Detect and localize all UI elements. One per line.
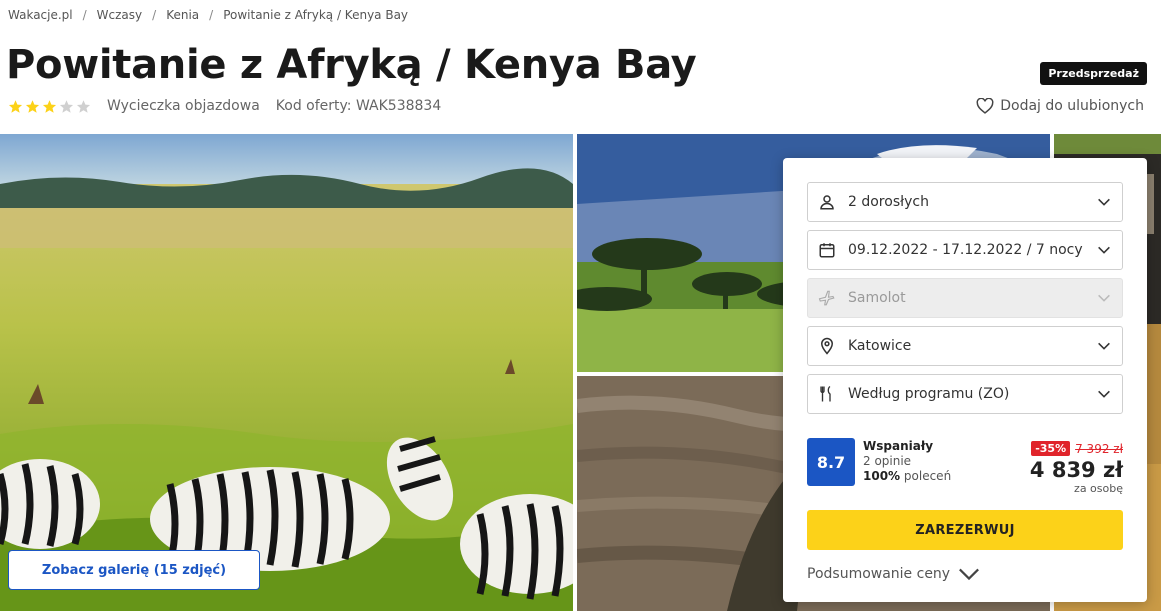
person-icon — [820, 195, 834, 210]
star-icon — [8, 99, 23, 113]
review-count[interactable]: 2 opinie — [863, 454, 951, 469]
add-favorite-button[interactable]: Dodaj do ulubionych — [976, 98, 1144, 114]
transport-select: Samolot — [807, 278, 1123, 318]
chevron-down-icon — [1098, 246, 1110, 254]
breadcrumb-current[interactable]: Powitanie z Afryką / Kenya Bay — [223, 8, 408, 22]
price-summary-label: Podsumowanie ceny — [807, 566, 951, 582]
breadcrumb: Wakacje.pl / Wczasy / Kenia / Powitanie … — [8, 8, 408, 22]
departure-value: Katowice — [848, 338, 912, 354]
photo-zebras-savanna[interactable] — [0, 134, 573, 611]
breadcrumb-separator: / — [209, 8, 214, 22]
star-icon — [25, 99, 40, 113]
breadcrumb-separator: / — [82, 8, 87, 22]
price-per-person: za osobę — [1074, 482, 1123, 495]
plane-icon — [818, 290, 835, 306]
offer-meta: Wycieczka objazdowa Kod oferty: WAK53883… — [8, 98, 441, 114]
star-icon — [59, 99, 74, 113]
rating-word: Wspaniały — [863, 439, 934, 453]
location-pin-icon — [820, 337, 834, 355]
board-select[interactable]: Według programu (ZO) — [807, 374, 1123, 414]
cutlery-icon — [820, 385, 831, 402]
departure-select[interactable]: Katowice — [807, 326, 1123, 366]
current-price: 4 839 zł — [1029, 458, 1123, 482]
price-summary-toggle[interactable]: Podsumowanie ceny — [807, 566, 980, 582]
rating-score[interactable]: 8.7 — [807, 438, 855, 486]
trip-type: Wycieczka objazdowa — [107, 98, 260, 114]
travelers-select[interactable]: 2 dorosłych — [807, 182, 1123, 222]
booking-panel: 2 dorosłych 09.12.2022 - 17.12.2022 / 7 … — [783, 158, 1147, 602]
rating-summary: Wspaniały 2 opinie 100% poleceń — [863, 439, 951, 484]
calendar-icon — [819, 243, 835, 258]
breadcrumb-link[interactable]: Kenia — [166, 8, 199, 22]
chevron-down-icon — [1098, 198, 1110, 206]
recommend-percent: 100% — [863, 469, 901, 483]
view-gallery-button[interactable]: Zobacz galerię (15 zdjęć) — [8, 550, 260, 590]
dates-select[interactable]: 09.12.2022 - 17.12.2022 / 7 nocy — [807, 230, 1123, 270]
discount-badge: -35% — [1031, 441, 1071, 456]
offer-code: Kod oferty: WAK538834 — [275, 98, 442, 114]
star-rating — [8, 99, 91, 114]
book-button[interactable]: ZAREZERWUJ — [807, 510, 1123, 550]
recommend-text: poleceń — [903, 469, 952, 483]
old-price: 7 392 zł — [1075, 441, 1123, 456]
transport-value: Samolot — [848, 290, 906, 306]
breadcrumb-link[interactable]: Wakacje.pl — [8, 8, 73, 22]
price-block: -35% 7 392 zł 4 839 zł za osobę — [1030, 441, 1123, 495]
breadcrumb-link[interactable]: Wczasy — [97, 8, 142, 22]
chevron-down-icon — [959, 568, 980, 581]
presale-badge: Przedsprzedaż — [1040, 62, 1147, 85]
heart-icon — [976, 98, 994, 114]
board-value: Według programu (ZO) — [848, 386, 1010, 402]
travelers-value: 2 dorosłych — [848, 194, 929, 210]
chevron-down-icon — [1098, 342, 1110, 350]
chevron-down-icon — [1098, 294, 1110, 302]
add-favorite-label: Dodaj do ulubionych — [1000, 98, 1144, 114]
recommendation: 100% poleceń — [863, 469, 951, 484]
breadcrumb-separator: / — [152, 8, 157, 22]
dates-value: 09.12.2022 - 17.12.2022 / 7 nocy — [848, 242, 1083, 258]
chevron-down-icon — [1098, 390, 1110, 398]
star-icon — [42, 99, 57, 113]
star-icon — [76, 99, 91, 113]
page-title: Powitanie z Afryką / Kenya Bay — [6, 42, 697, 88]
